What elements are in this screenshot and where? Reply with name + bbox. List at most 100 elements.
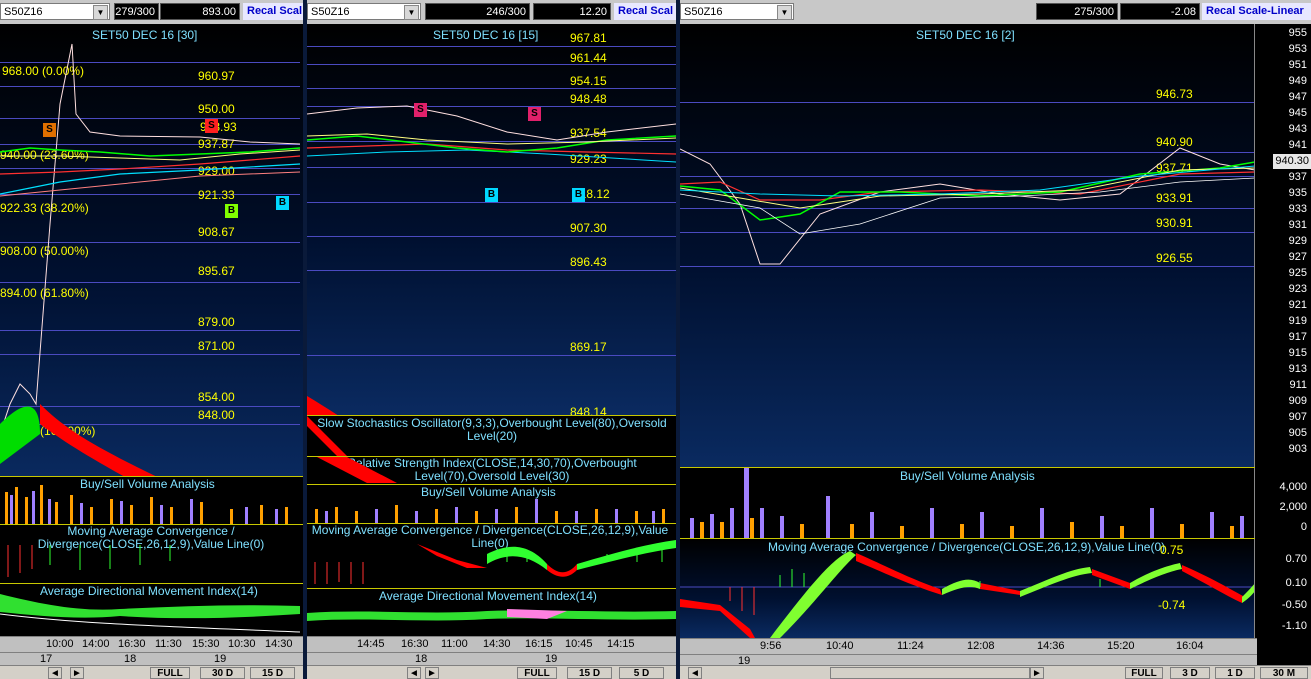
price-tick: 935 [1288, 187, 1307, 199]
price-tick: 915 [1288, 347, 1307, 359]
price-tick: 907 [1288, 411, 1307, 423]
price-series [680, 147, 1255, 265]
price-tick: 933 [1288, 203, 1307, 215]
symbol-text: S50Z16 [684, 6, 723, 18]
panel-toolbar: S50Z16 ▼ 279/300 893.00 Recal Scal [0, 0, 303, 25]
price-tick: 909 [1288, 395, 1307, 407]
date-tick: 18 [124, 653, 137, 665]
price-tick: 931 [1288, 219, 1307, 231]
price-tick: 921 [1288, 299, 1307, 311]
time-tick: 15:20 [1107, 640, 1135, 652]
sell-signal-marker: S [528, 107, 541, 121]
price-tick: 929 [1288, 235, 1307, 247]
range-full-button[interactable]: FULL [150, 667, 190, 679]
recal-scale-button[interactable]: Recal Scal [243, 3, 303, 20]
price-chart[interactable]: SET50 DEC 16 [2] 946.73 940.90 937.71 93… [680, 24, 1255, 467]
price-tick: 905 [1288, 427, 1307, 439]
panel-statusbar: ◄ ► FULL 15 D 5 D [307, 665, 676, 679]
time-tick: 16:30 [118, 638, 146, 650]
scroll-right-button[interactable]: ► [1030, 667, 1044, 679]
range-3d-button[interactable]: 3 D [1170, 667, 1210, 679]
range-15d-button[interactable]: 15 D [250, 667, 295, 679]
price-tick: 927 [1288, 251, 1307, 263]
price-tick: 911 [1289, 379, 1307, 391]
chart-panel-15min: S50Z16 ▼ 246/300 12.20 Recal Scal SET50 … [307, 0, 676, 679]
last-value: 893.00 [160, 3, 240, 20]
scroll-left-button[interactable]: ◄ [407, 667, 421, 679]
time-tick: 16:30 [401, 638, 429, 650]
price-tick: 949 [1288, 75, 1307, 87]
rsi-pane: Relative Strength Index(CLOSE,14,30,70),… [307, 457, 676, 483]
recal-scale-button[interactable]: Recal Scale-Linear [1202, 3, 1311, 20]
date-axis: 18 19 [307, 652, 676, 666]
recal-scale-button[interactable]: Recal Scal [614, 3, 676, 20]
panel-statusbar: ◄ ► FULL 30 D 15 D [0, 665, 303, 679]
chevron-down-icon[interactable]: ▼ [93, 5, 108, 20]
chevron-down-icon[interactable]: ▼ [777, 5, 792, 20]
buy-signal-marker: B [572, 188, 585, 202]
symbol-selector[interactable]: S50Z16 ▼ [0, 3, 110, 20]
price-chart[interactable]: SET50 DEC 16 [30] 960.97 950.00 943.93 9… [0, 24, 303, 484]
time-tick: 10:40 [826, 640, 854, 652]
time-axis: 10:00 14:00 16:30 11:30 15:30 10:30 14:3… [0, 636, 303, 652]
range-full-button[interactable]: FULL [517, 667, 557, 679]
price-tick: 925 [1288, 267, 1307, 279]
chart-panel-2min: S50Z16 ▼ 275/300 -2.08 Recal Scale-Linea… [680, 0, 1311, 679]
last-price-tag: 940.30 [1273, 154, 1311, 169]
time-tick: 10:00 [46, 638, 74, 650]
chevron-down-icon[interactable]: ▼ [404, 5, 419, 20]
scroll-thumb[interactable] [830, 667, 1030, 679]
scroll-right-button[interactable]: ► [425, 667, 439, 679]
time-tick: 11:00 [441, 638, 468, 650]
volume-pane: Buy/Sell Volume Analysis [307, 485, 676, 523]
range-full-button[interactable]: FULL [1125, 667, 1163, 679]
time-tick: 16:15 [525, 638, 553, 650]
price-chart[interactable]: SET50 DEC 16 [15] 967.81 961.44 954.15 9… [307, 24, 676, 419]
date-tick: 19 [545, 653, 558, 665]
scroll-left-button[interactable]: ◄ [48, 667, 62, 679]
macd-tick: -0.50 [1281, 599, 1307, 611]
bar-counter: 279/300 [114, 3, 159, 20]
price-tick: 955 [1288, 27, 1307, 39]
sell-signal-marker: S [43, 123, 56, 137]
time-tick: 12:08 [967, 640, 995, 652]
adx-pane: Average Directional Movement Index(14) [0, 584, 303, 636]
macd-axis: 0.70 0.10 -0.50 -1.10 [1254, 539, 1311, 638]
price-tick: 943 [1288, 123, 1307, 135]
price-tick: 951 [1288, 59, 1307, 71]
symbol-text: S50Z16 [311, 6, 350, 18]
adx-pane: Average Directional Movement Index(14) [307, 589, 676, 636]
range-30d-button[interactable]: 30 D [200, 667, 245, 679]
range-15d-button[interactable]: 15 D [567, 667, 612, 679]
macd-pane: Moving Average Convergence / Divergence(… [307, 524, 676, 588]
date-tick: 19 [214, 653, 227, 665]
date-axis: 17 18 19 [0, 652, 303, 666]
scroll-right-button[interactable]: ► [70, 667, 84, 679]
range-30m-button[interactable]: 30 M [1260, 667, 1308, 679]
buy-signal-marker: B [225, 204, 238, 218]
time-tick: 10:30 [228, 638, 256, 650]
sell-signal-marker: S [414, 103, 427, 117]
range-1d-button[interactable]: 1 D [1215, 667, 1255, 679]
time-tick: 16:04 [1176, 640, 1204, 652]
panel-toolbar: S50Z16 ▼ 246/300 12.20 Recal Scal [307, 0, 676, 25]
price-tick: 941 [1288, 139, 1307, 151]
time-tick: 15:30 [192, 638, 220, 650]
price-tick: 917 [1288, 331, 1307, 343]
buy-signal-marker: B [276, 196, 289, 210]
scroll-left-button[interactable]: ◄ [688, 667, 702, 679]
symbol-text: S50Z16 [4, 6, 43, 18]
time-tick: 14:36 [1037, 640, 1065, 652]
stochastics-pane: Slow Stochastics Oscillator(9,3,3),Overb… [307, 416, 676, 456]
volume-tick: 2,000 [1279, 501, 1307, 513]
last-value: 12.20 [533, 3, 611, 20]
price-series [0, 43, 301, 484]
range-5d-button[interactable]: 5 D [619, 667, 664, 679]
symbol-selector[interactable]: S50Z16 ▼ [680, 3, 794, 20]
symbol-selector[interactable]: S50Z16 ▼ [307, 3, 421, 20]
volume-tick: 4,000 [1279, 481, 1307, 493]
volume-tick: 0 [1300, 521, 1307, 533]
price-tick: 937 [1288, 171, 1307, 183]
price-tick: 947 [1288, 91, 1307, 103]
volume-axis: 4,000 2,000 0 [1254, 468, 1311, 538]
